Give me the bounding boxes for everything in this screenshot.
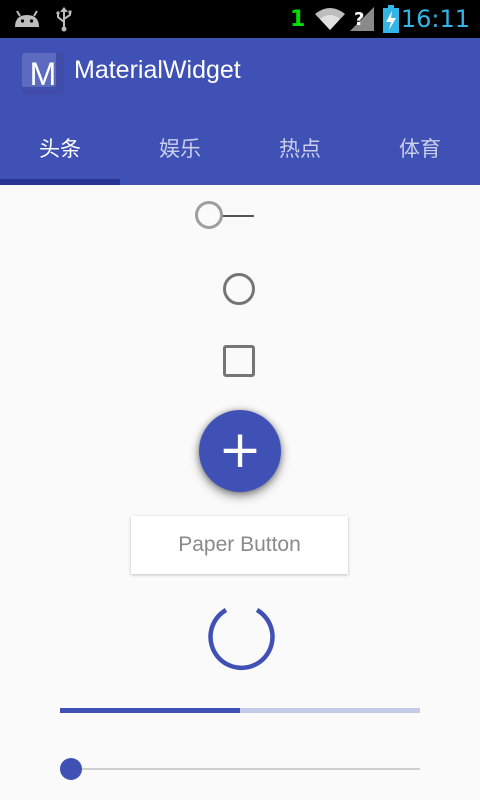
tab-entertainment[interactable]: 娱乐 <box>120 116 240 179</box>
svg-text:?: ? <box>354 9 364 30</box>
tab-bar: 头条 娱乐 热点 体育 <box>0 116 480 179</box>
app-bar: M MaterialWidget 头条 娱乐 热点 体育 <box>0 38 480 185</box>
switch-track <box>222 215 254 217</box>
app-logo: M <box>22 53 64 95</box>
radio-button[interactable] <box>223 273 255 305</box>
loading-spinner <box>208 608 275 671</box>
tab-headlines[interactable]: 头条 <box>0 116 120 179</box>
app-title: MaterialWidget <box>74 56 241 84</box>
tab-hot[interactable]: 热点 <box>240 116 360 179</box>
fab-add-button[interactable]: + <box>199 410 281 492</box>
usb-icon <box>54 0 74 38</box>
status-bar: 1 ? 16:11 <box>0 0 480 38</box>
plus-icon: + <box>218 420 262 480</box>
tab-sports[interactable]: 体育 <box>360 116 480 179</box>
sim-badge: 1 <box>290 6 306 32</box>
checkbox[interactable] <box>223 345 255 377</box>
progress-fill <box>60 708 240 713</box>
tab-indicator <box>0 179 120 185</box>
slider-thumb[interactable] <box>60 758 82 780</box>
slider-track[interactable] <box>71 768 420 770</box>
wifi-icon <box>314 0 346 38</box>
android-debug-icon <box>12 0 42 38</box>
paper-button[interactable]: Paper Button <box>131 516 348 574</box>
status-clock: 16:11 <box>400 5 470 33</box>
switch-thumb[interactable] <box>195 201 223 229</box>
battery-charging-icon <box>382 0 400 38</box>
no-signal-icon: ? <box>348 0 376 38</box>
progress-bar <box>60 708 420 713</box>
